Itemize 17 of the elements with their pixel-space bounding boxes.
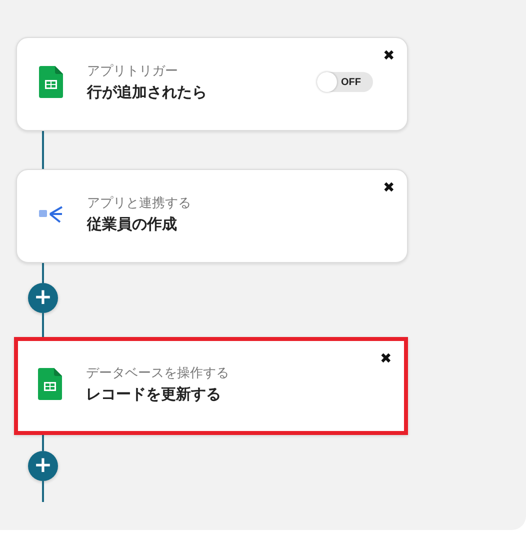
- close-button[interactable]: ✖: [383, 180, 395, 194]
- step-type: アプリトリガー: [87, 63, 179, 80]
- step-title: レコードを更新する: [86, 385, 222, 404]
- step-card[interactable]: データベースを操作する レコードを更新する ✖: [14, 337, 408, 435]
- step-card[interactable]: アプリと連携する 従業員の作成 ✖: [16, 169, 408, 263]
- step-type: アプリと連携する: [87, 195, 192, 212]
- spreadsheet-icon: [37, 66, 65, 98]
- step-title: 従業員の作成: [87, 215, 178, 234]
- close-button[interactable]: ✖: [383, 48, 395, 62]
- spreadsheet-icon: [36, 368, 64, 400]
- add-step-button[interactable]: +: [28, 451, 58, 481]
- step-card[interactable]: アプリトリガー 行が追加されたら OFF ✖: [16, 37, 408, 131]
- step-title: 行が追加されたら: [87, 83, 208, 102]
- close-button[interactable]: ✖: [380, 351, 392, 365]
- add-step-button[interactable]: +: [28, 283, 58, 313]
- toggle-switch[interactable]: OFF: [317, 72, 373, 92]
- step-type: データベースを操作する: [86, 365, 230, 382]
